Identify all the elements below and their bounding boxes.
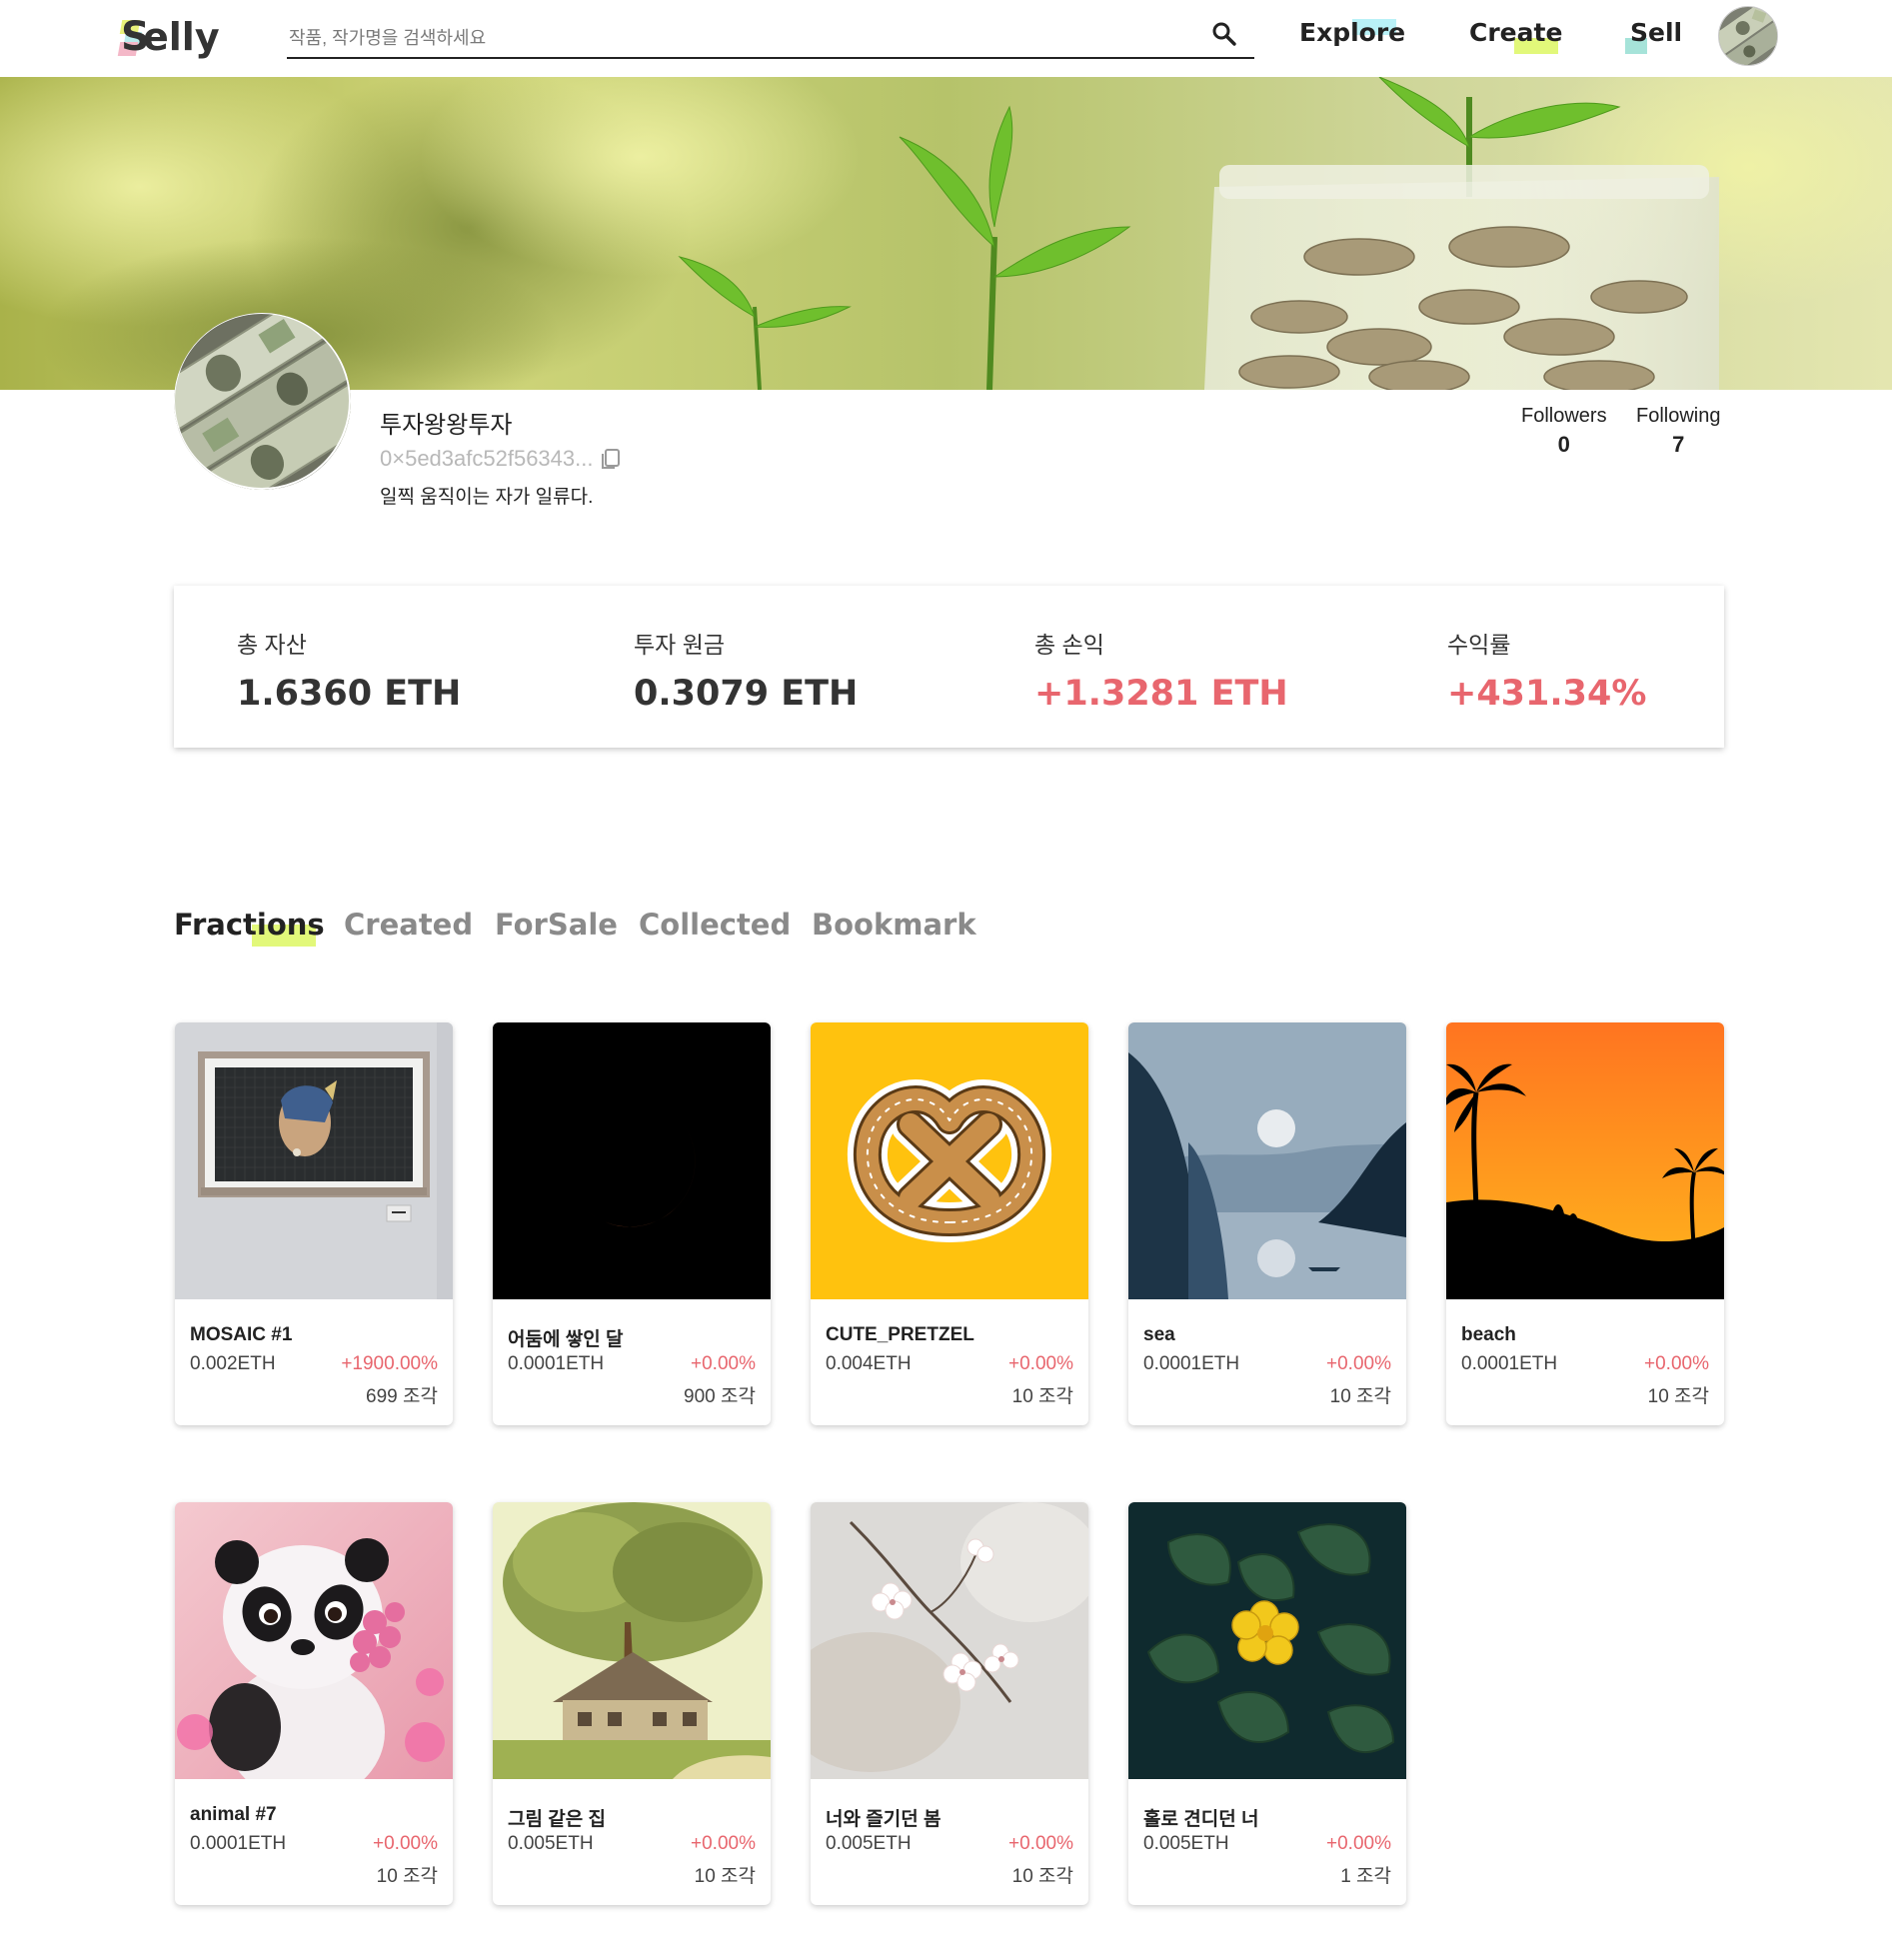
nft-pieces: 10 조각	[1011, 1386, 1073, 1407]
nft-rate: +0.00%	[1644, 1353, 1709, 1374]
stat-total-pnl-label: 총 손익	[1034, 632, 1104, 658]
nft-pieces: 10 조각	[376, 1866, 438, 1887]
nft-card[interactable]: beach 0.0001ETH +0.00% 10 조각	[1446, 1022, 1724, 1425]
tab-fractions[interactable]: Fractions	[174, 908, 325, 942]
search-icon[interactable]	[1210, 20, 1238, 48]
following-count: 7	[1672, 432, 1685, 457]
nft-image-beach	[1446, 1022, 1724, 1299]
nft-price: 0.0001ETH	[190, 1833, 287, 1854]
nft-card[interactable]: 그림 같은 집 0.005ETH +0.00% 10 조각	[493, 1502, 771, 1905]
nft-title: 너와 즐기던 봄	[826, 1809, 942, 1830]
stat-return-rate-value: +431.34%	[1447, 674, 1647, 714]
nft-card[interactable]: CUTE_PRETZEL 0.004ETH +0.00% 10 조각	[811, 1022, 1088, 1425]
tab-collected[interactable]: Collected	[639, 908, 791, 942]
stat-principal-value: 0.3079 ETH	[634, 674, 859, 714]
portfolio-summary-card: 총 자산 1.6360 ETH 투자 원금 0.3079 ETH 총 손익 +1…	[174, 586, 1724, 748]
nft-image-moon	[493, 1022, 771, 1299]
stat-principal: 투자 원금 0.3079 ETH	[634, 626, 858, 714]
profile-avatar	[174, 313, 351, 490]
wallet-address-text: 0×5ed3afc52f56343...	[380, 446, 594, 471]
following-label: Following	[1636, 405, 1721, 427]
search-input[interactable]	[287, 20, 1186, 56]
nft-title: 홀로 견디던 너	[1143, 1809, 1259, 1830]
nft-rate: +1900.00%	[341, 1353, 438, 1374]
nft-rate: +0.00%	[1008, 1353, 1073, 1374]
tab-bookmark[interactable]: Bookmark	[812, 908, 976, 942]
stat-total-assets: 총 자산 1.6360 ETH	[237, 626, 461, 714]
nft-price: 0.005ETH	[826, 1833, 912, 1854]
nav-explore[interactable]: Explore	[1299, 18, 1405, 58]
nft-rate: +0.00%	[1326, 1353, 1391, 1374]
wallet-address: 0×5ed3afc52f56343...	[380, 446, 623, 472]
nft-card[interactable]: 어둠에 쌓인 달 0.0001ETH +0.00% 900 조각	[493, 1022, 771, 1425]
stat-total-pnl-value: +1.3281 ETH	[1034, 674, 1288, 714]
followers-label: Followers	[1521, 405, 1607, 427]
nft-image-sea	[1128, 1022, 1406, 1299]
logo-mark-icon: S	[117, 14, 150, 60]
nft-pieces: 699 조각	[366, 1386, 438, 1407]
nft-pieces: 1 조각	[1340, 1866, 1391, 1887]
stat-return-rate-label: 수익률	[1447, 632, 1511, 658]
nft-pieces: 10 조각	[1011, 1866, 1073, 1887]
nft-title: beach	[1461, 1324, 1516, 1345]
profile-username: 투자왕왕투자	[380, 412, 513, 439]
nav-create[interactable]: Create	[1469, 18, 1562, 58]
stat-total-assets-value: 1.6360 ETH	[237, 674, 462, 714]
search-bar	[287, 20, 1254, 59]
nft-card[interactable]: sea 0.0001ETH +0.00% 10 조각	[1128, 1022, 1406, 1425]
followers-count: 0	[1557, 432, 1570, 457]
nft-rate: +0.00%	[1008, 1833, 1073, 1854]
profile-bio: 일찍 움직이는 자가 일류다.	[380, 487, 594, 508]
nft-title: sea	[1143, 1324, 1175, 1345]
nft-title: animal #7	[190, 1804, 277, 1825]
nft-title: CUTE_PRETZEL	[826, 1324, 974, 1345]
nft-card[interactable]: animal #7 0.0001ETH +0.00% 10 조각	[175, 1502, 453, 1905]
nft-pieces: 10 조각	[694, 1866, 756, 1887]
nft-title: 어둠에 쌓인 달	[508, 1329, 624, 1350]
nft-card[interactable]: 홀로 견디던 너 0.005ETH +0.00% 1 조각	[1128, 1502, 1406, 1905]
money-avatar-icon	[1719, 7, 1777, 65]
nft-price: 0.005ETH	[1143, 1833, 1229, 1854]
nft-image-yellow-flower	[1128, 1502, 1406, 1779]
nft-price: 0.0001ETH	[508, 1353, 605, 1374]
nft-rate: +0.00%	[691, 1353, 756, 1374]
nft-rate: +0.00%	[373, 1833, 438, 1854]
nft-pieces: 10 조각	[1329, 1386, 1391, 1407]
nft-image-pretzel	[811, 1022, 1088, 1299]
nft-image-panda	[175, 1502, 453, 1779]
logo[interactable]: S elly	[117, 14, 220, 60]
nft-price: 0.004ETH	[826, 1353, 912, 1374]
logo-text: elly	[143, 15, 220, 59]
nft-title: MOSAIC #1	[190, 1324, 293, 1345]
nft-image-mosaic	[175, 1022, 453, 1299]
nft-pieces: 900 조각	[684, 1386, 756, 1407]
copy-icon[interactable]	[599, 447, 623, 471]
stat-return-rate: 수익률 +431.34%	[1447, 626, 1646, 714]
nav-sell[interactable]: Sell	[1630, 18, 1682, 58]
nft-price: 0.005ETH	[508, 1833, 594, 1854]
nft-rate: +0.00%	[691, 1833, 756, 1854]
nft-card[interactable]: MOSAIC #1 0.002ETH +1900.00% 699 조각	[175, 1022, 453, 1425]
top-navbar: S elly Explore Create Sell	[0, 0, 1892, 77]
nft-price: 0.002ETH	[190, 1353, 276, 1374]
nft-rate: +0.00%	[1326, 1833, 1391, 1854]
nft-title: 그림 같은 집	[508, 1809, 606, 1830]
nft-pieces: 10 조각	[1647, 1386, 1709, 1407]
stat-total-pnl: 총 손익 +1.3281 ETH	[1034, 626, 1288, 714]
stat-total-assets-label: 총 자산	[237, 632, 307, 658]
user-avatar-button[interactable]	[1718, 6, 1778, 66]
stat-principal-label: 투자 원금	[634, 632, 726, 658]
following-stat[interactable]: Following 7	[1636, 405, 1720, 458]
tab-forsale[interactable]: ForSale	[495, 908, 618, 942]
nft-price: 0.0001ETH	[1461, 1353, 1558, 1374]
tab-created[interactable]: Created	[344, 908, 473, 942]
nft-image-blossoms	[811, 1502, 1088, 1779]
nft-card[interactable]: 너와 즐기던 봄 0.005ETH +0.00% 10 조각	[811, 1502, 1088, 1905]
nft-price: 0.0001ETH	[1143, 1353, 1240, 1374]
nft-image-house	[493, 1502, 771, 1779]
followers-stat[interactable]: Followers 0	[1521, 405, 1607, 458]
